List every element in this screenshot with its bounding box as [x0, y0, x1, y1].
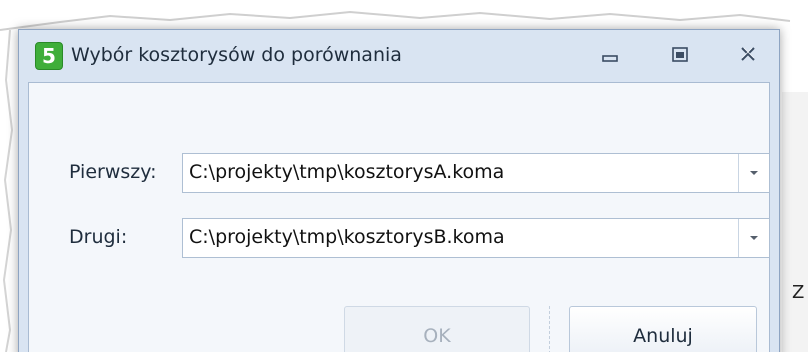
- second-file-label: Drugi:: [69, 226, 128, 248]
- first-file-value[interactable]: C:\projekty\tmp\kosztorysA.koma: [189, 161, 504, 183]
- second-file-dropdown-button[interactable]: [738, 219, 769, 257]
- cancel-button[interactable]: Anuluj: [569, 306, 757, 352]
- screenshot-stage: Z 5 Wybór kosztorysów do porównania Pier…: [0, 0, 808, 352]
- first-file-combobox[interactable]: C:\projekty\tmp\kosztorysA.koma: [182, 153, 770, 193]
- window-title: Wybór kosztorysów do porównania: [71, 44, 402, 66]
- background-app-strip: [782, 92, 808, 352]
- chevron-down-icon: [750, 236, 758, 240]
- minimize-button[interactable]: [597, 44, 623, 66]
- close-icon: [741, 47, 755, 61]
- first-file-dropdown-button[interactable]: [738, 154, 769, 192]
- title-bar[interactable]: 5 Wybór kosztorysów do porównania: [19, 30, 779, 82]
- chevron-down-icon: [750, 171, 758, 175]
- ok-button[interactable]: OK: [344, 306, 530, 352]
- app-logo-icon: 5: [35, 42, 63, 70]
- first-file-label: Pierwszy:: [69, 161, 157, 183]
- minimize-icon: [602, 55, 618, 62]
- background-partial-text: Z: [792, 282, 808, 303]
- second-file-value[interactable]: C:\projekty\tmp\kosztorysB.koma: [189, 226, 505, 248]
- maximize-button[interactable]: [667, 44, 693, 66]
- second-file-combobox[interactable]: C:\projekty\tmp\kosztorysB.koma: [182, 218, 770, 258]
- dialog-window: 5 Wybór kosztorysów do porównania Pierws…: [18, 29, 780, 352]
- maximize-icon: [672, 47, 688, 62]
- close-button[interactable]: [735, 44, 761, 66]
- dialog-body: Pierwszy: C:\projekty\tmp\kosztorysA.kom…: [28, 82, 770, 352]
- button-separator: [549, 306, 550, 352]
